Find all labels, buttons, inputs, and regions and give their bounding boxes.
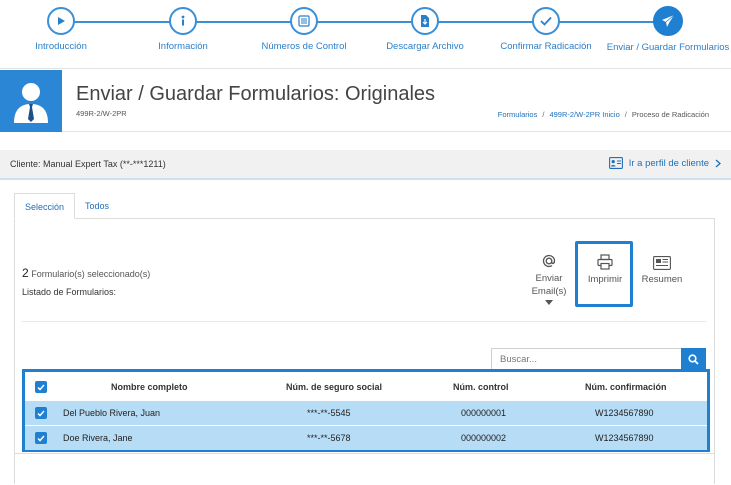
info-icon [169,7,197,35]
table-header: Nombre completo Núm. de seguro social Nú… [25,372,707,401]
step-confirmar-radicacion[interactable]: Confirmar Radicación [481,7,611,52]
forms-panel-continuation [14,454,715,484]
step-label: Números de Control [261,41,347,52]
search-input[interactable] [491,348,681,370]
select-all-checkbox[interactable] [35,381,47,393]
paper-plane-icon [653,6,683,36]
search-button[interactable] [681,348,706,370]
download-file-icon [411,7,439,35]
summary-button[interactable]: Resumen [640,256,684,285]
forms-list-label: Listado de Formularios: [22,287,117,297]
page-header: Enviar / Guardar Formularios: Originales… [0,68,731,132]
tab-todos[interactable]: Todos [75,193,119,219]
newspaper-icon [653,256,671,270]
breadcrumb-separator: / [624,110,627,119]
page-subtitle: 499R-2/W-2PR [76,109,127,118]
client-label: Cliente: Manual Expert Tax (**-***1211) [10,159,166,169]
breadcrumb: Formularios / 499R-2/W-2PR Inicio / Proceso … [498,110,709,119]
step-numeros-de-control[interactable]: Números de Control [239,7,369,52]
check-icon [532,7,560,35]
cell-name: Doe Rivera, Jane [63,433,133,443]
header-num-control[interactable]: Núm. control [453,382,509,392]
send-email-label-line2: Email(s) [531,286,567,297]
forms-table: Nombre completo Núm. de seguro social Nú… [22,369,710,452]
checkmark-icon [37,384,45,391]
caret-down-icon [545,300,553,305]
step-label: Enviar / Guardar Formularios [606,42,730,53]
cell-ssn: ***-**-5545 [307,408,351,418]
cell-name: Del Pueblo Rivera, Juan [63,408,161,418]
breadcrumb-current: Proceso de Radicación [631,110,709,119]
wizard-stepper: Introducción Información Números de Cont… [0,0,731,62]
breadcrumb-formularios[interactable]: Formularios [498,110,538,119]
row-checkbox[interactable] [35,432,47,444]
print-button-highlight [575,241,633,307]
cell-confirmation: W1234567890 [595,408,654,418]
search-bar [491,348,706,370]
page-title: Enviar / Guardar Formularios: Originales [76,83,436,105]
tab-bar: Selección Todos [14,193,119,219]
step-introduccion[interactable]: Introducción [0,7,126,52]
client-profile-link[interactable]: Ir a perfil de cliente [608,157,721,169]
selected-count-number: 2 [22,266,29,280]
send-email-label-line1: Enviar [535,273,563,284]
send-email-button[interactable]: Enviar Email(s) [527,253,571,305]
chevron-right-icon [715,159,721,167]
breadcrumb-inicio[interactable]: 499R-2/W-2PR Inicio [549,110,619,119]
search-icon [688,353,699,365]
table-row[interactable]: Del Pueblo Rivera, Juan ***-**-5545 0000… [25,401,707,425]
breadcrumb-separator: / [542,110,545,119]
step-informacion[interactable]: Información [118,7,248,52]
client-bar: Cliente: Manual Expert Tax (**-***1211) … [0,150,731,180]
row-checkbox[interactable] [35,407,47,419]
selected-count: 2 Formulario(s) seleccionado(s) [22,266,150,280]
header-seguro-social[interactable]: Núm. de seguro social [286,382,382,392]
cell-control: 000000002 [461,433,507,443]
step-label: Información [158,41,208,52]
list-icon [290,7,318,35]
step-label: Introducción [35,41,87,52]
at-sign-icon [542,254,556,268]
selected-count-label: Formulario(s) seleccionado(s) [31,269,151,279]
header-nombre-completo[interactable]: Nombre completo [111,382,188,392]
step-descargar-archivo[interactable]: Descargar Archivo [360,7,490,52]
summary-label: Resumen [641,274,683,285]
id-card-icon [608,157,623,169]
table-row[interactable]: Doe Rivera, Jane ***-**-5678 000000002 W… [25,426,707,450]
avatar [0,70,62,132]
client-profile-label: Ir a perfil de cliente [628,157,709,169]
play-icon [47,7,75,35]
cell-ssn: ***-**-5678 [307,433,351,443]
step-label: Confirmar Radicación [500,41,592,52]
checkmark-icon [37,435,45,442]
header-num-confirmacion[interactable]: Núm. confirmación [585,382,667,392]
tab-seleccion[interactable]: Selección [14,193,76,219]
step-enviar-guardar[interactable]: Enviar / Guardar Formularios [603,6,731,53]
cell-confirmation: W1234567890 [595,433,654,443]
step-label: Descargar Archivo [386,41,464,52]
cell-control: 000000001 [461,408,507,418]
checkmark-icon [37,410,45,417]
user-icon [14,83,48,123]
panel-divider [22,321,706,322]
